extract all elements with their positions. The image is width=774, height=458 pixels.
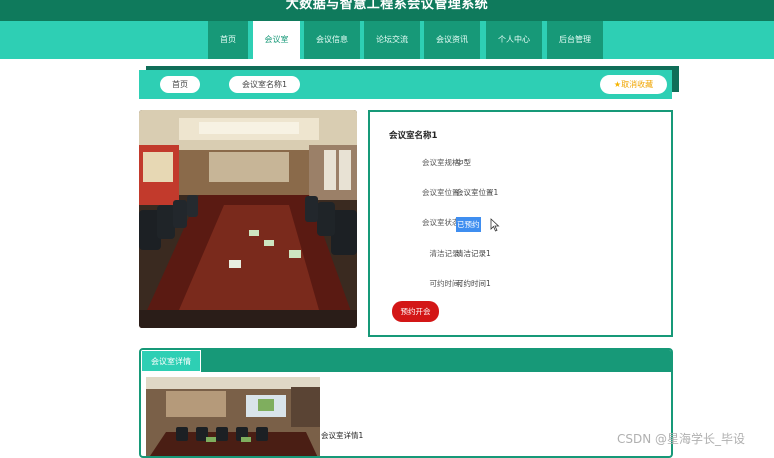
nav-personal-center[interactable]: 个人中心 (486, 21, 542, 59)
cleaning-value: 清洁记录1 (456, 249, 491, 258)
nav-meeting-rooms[interactable]: 会议室 (253, 21, 300, 59)
breadcrumb-current: 会议室名称1 (229, 76, 300, 93)
info-row-available-time: 可约时间: 可约时间1 (370, 278, 670, 292)
header-banner: 大数据与智慧工程系会议管理系统 (0, 0, 774, 21)
location-label: 会议室位置: (421, 188, 462, 197)
mouse-cursor-icon (490, 218, 500, 232)
breadcrumb-home[interactable]: 首页 (160, 76, 200, 93)
info-row-location: 会议室位置: 会议室位置1 (370, 187, 670, 201)
room-detail-panel: 会议室详情 会议室详情1 (139, 348, 673, 458)
room-name: 会议室名称1 (389, 131, 438, 141)
location-value: 会议室位置1 (456, 188, 499, 197)
spec-value: 中型 (456, 158, 471, 167)
available-time-value: 可约时间1 (456, 279, 491, 288)
detail-photo (146, 377, 320, 456)
info-row-status: 会议室状态: 已预约 (370, 217, 670, 232)
room-info-panel: 会议室名称1 会议室规格: 中型 会议室位置: 会议室位置1 会议室状态: 已预… (368, 110, 673, 337)
watermark: CSDN @星海学长_毕设 (617, 432, 746, 446)
detail-header: 会议室详情 (141, 350, 671, 372)
cleaning-label: 清洁记录: (429, 249, 462, 258)
room-photo (139, 110, 357, 328)
status-label: 会议室状态: (421, 218, 462, 227)
nav-forum[interactable]: 论坛交流 (364, 21, 420, 59)
tab-room-detail[interactable]: 会议室详情 (141, 350, 201, 372)
status-value: 已预约 (456, 217, 481, 232)
info-row-spec: 会议室规格: 中型 (370, 157, 670, 171)
star-icon: ★ (613, 80, 622, 89)
nav-news[interactable]: 会议资讯 (424, 21, 480, 59)
nav-home[interactable]: 首页 (208, 21, 248, 59)
available-time-label: 可约时间: (429, 279, 462, 288)
book-meeting-button[interactable]: 预约开会 (392, 301, 439, 322)
nav-meeting-info[interactable]: 会议信息 (304, 21, 360, 59)
breadcrumb: 首页 会议室名称1 ★取消收藏 (139, 70, 672, 99)
spec-label: 会议室规格: (421, 158, 462, 167)
main-nav: 首页 会议室 会议信息 论坛交流 会议资讯 个人中心 后台管理 (0, 21, 774, 59)
nav-admin[interactable]: 后台管理 (547, 21, 603, 59)
cancel-favorite-label: 取消收藏 (621, 80, 654, 89)
site-title: 大数据与智慧工程系会议管理系统 (285, 0, 489, 12)
info-row-cleaning: 清洁记录: 清洁记录1 (370, 248, 670, 262)
cancel-favorite-button[interactable]: ★取消收藏 (600, 75, 667, 94)
detail-text: 会议室详情1 (321, 431, 364, 440)
